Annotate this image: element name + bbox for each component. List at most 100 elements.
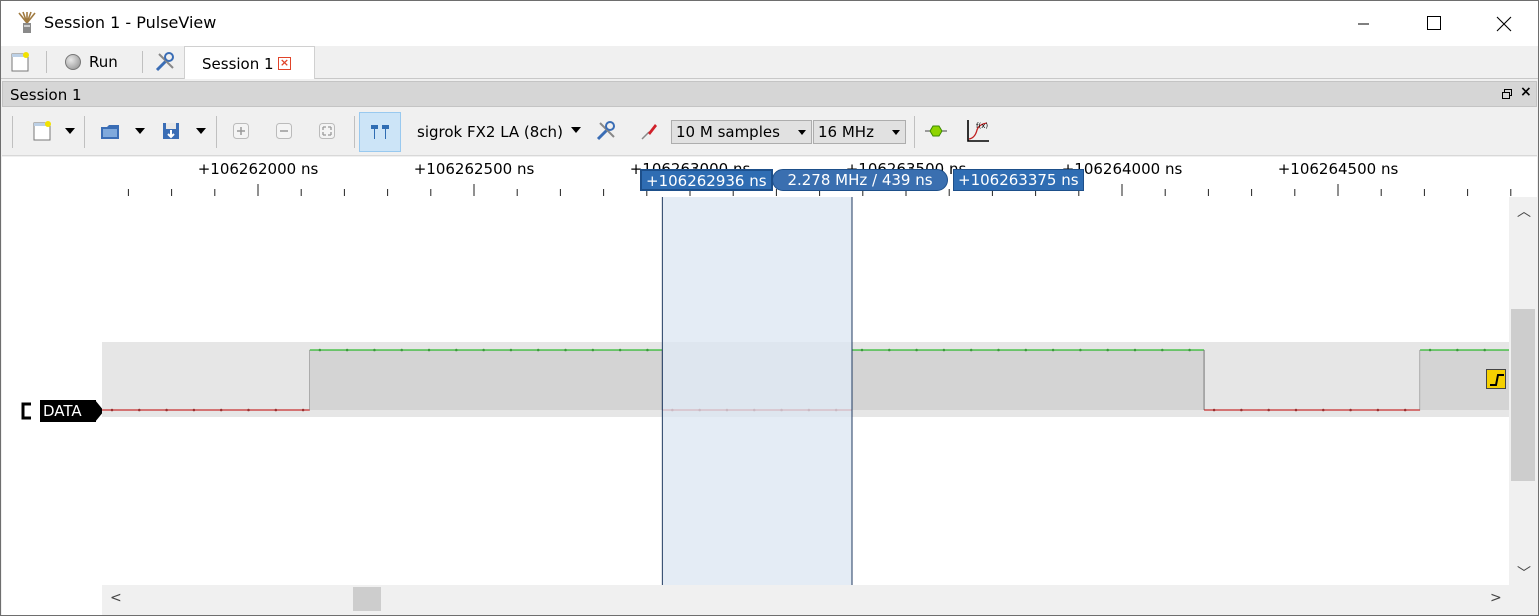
run-button[interactable]: Run [59, 49, 139, 75]
sample-dot [1483, 348, 1486, 352]
sample-dot [1133, 348, 1137, 352]
chevron-down-icon [798, 130, 806, 135]
vertical-scroll-thumb[interactable] [1511, 309, 1535, 481]
sample-rate-value: 16 MHz [818, 123, 874, 141]
cursor-selection[interactable] [662, 197, 852, 585]
tab-session-1[interactable]: Session 1 × [184, 46, 315, 79]
math-channel-icon: f(x) [967, 120, 989, 142]
close-dock-icon[interactable]: × [1520, 84, 1532, 100]
svg-text:f(x): f(x) [976, 122, 988, 130]
scroll-down-icon[interactable]: ﹀ [1517, 563, 1531, 583]
pulseview-app-icon [18, 11, 36, 33]
scroll-right-icon[interactable]: > [1490, 590, 1502, 606]
new-view-icon [33, 121, 51, 141]
sample-dot [564, 348, 567, 352]
zoom-fit-button[interactable] [313, 116, 341, 146]
add-math-channel-button[interactable]: f(x) [964, 116, 992, 146]
sample-dot [247, 408, 250, 412]
horizontal-scroll-thumb[interactable] [353, 587, 381, 611]
sample-dot [373, 348, 376, 352]
sample-dot [192, 408, 196, 412]
sample-dot [301, 408, 305, 412]
new-view-button[interactable] [28, 116, 56, 146]
sample-dot [400, 348, 404, 352]
logic-trace [102, 197, 1509, 585]
cursor-delta-flag[interactable]: 2.278 MHz / 439 ns [772, 169, 948, 191]
logic-channel-icon[interactable] [20, 402, 33, 420]
show-cursors-toggle[interactable] [359, 112, 401, 152]
device-selector[interactable]: sigrok FX2 LA (8ch) [417, 123, 563, 141]
minimize-button[interactable] [1328, 1, 1398, 46]
sample-dot [455, 348, 458, 352]
open-dropdown-icon[interactable] [135, 128, 145, 134]
close-window-button[interactable] [1468, 1, 1538, 46]
scroll-up-icon[interactable]: ︿ [1517, 201, 1531, 221]
time-ruler[interactable]: +106262000 ns+106262500 ns+106263000 ns+… [102, 157, 1537, 197]
new-view-dropdown-icon[interactable] [65, 128, 75, 134]
run-label: Run [89, 53, 118, 71]
sample-dot [219, 408, 223, 412]
new-session-icon[interactable] [9, 51, 31, 73]
separator [84, 116, 85, 148]
trace-area[interactable] [102, 197, 1509, 585]
cursor-pair-icon [371, 125, 389, 139]
close-icon [1496, 16, 1512, 32]
pulseview-window: Session 1 - PulseView Run Session 1 × Se… [0, 0, 1539, 616]
maximize-button[interactable] [1398, 1, 1468, 46]
title-bar: Session 1 - PulseView [1, 1, 1538, 46]
high-fill [852, 350, 1205, 410]
minimize-icon [1358, 23, 1369, 25]
tick-label: +106262500 ns [413, 160, 535, 178]
device-dropdown-icon[interactable] [571, 127, 581, 133]
settings-tools-icon[interactable] [154, 51, 176, 73]
high-fill [309, 350, 663, 410]
horizontal-scrollbar[interactable]: < > [102, 585, 1509, 615]
float-dock-icon[interactable] [1501, 88, 1513, 100]
protocol-decoder-icon [925, 125, 947, 137]
add-decoder-button[interactable] [922, 116, 950, 146]
zoom-in-button[interactable] [227, 116, 255, 146]
signal-view: DATA +106262000 ns+106262500 ns+10626300… [2, 157, 1537, 615]
sample-dot [1403, 408, 1407, 412]
save-dropdown-icon[interactable] [196, 128, 206, 134]
channel-label-data[interactable]: DATA [40, 400, 104, 422]
probe-icon [641, 124, 657, 140]
session-tab-bar: Run Session 1 × [1, 46, 1538, 79]
separator [142, 51, 143, 73]
sample-dot [1428, 348, 1432, 352]
window-title: Session 1 - PulseView [44, 13, 217, 32]
trigger-edge-icon[interactable] [1486, 369, 1506, 389]
zoom-out-icon [276, 123, 292, 139]
vertical-scrollbar[interactable]: ︿ ﹀ [1509, 197, 1537, 585]
channel-header-panel: DATA [2, 157, 104, 615]
zoom-in-icon [233, 123, 249, 139]
device-config-button[interactable] [592, 116, 620, 146]
close-tab-icon[interactable]: × [278, 57, 291, 70]
separator [216, 116, 217, 148]
sample-dot [165, 408, 168, 412]
sample-dot [860, 348, 864, 352]
sample-count-select[interactable]: 10 M samples [671, 120, 812, 144]
sample-dot [536, 348, 540, 352]
separator [914, 116, 915, 148]
sample-dot [318, 348, 322, 352]
sample-dot [997, 348, 1000, 352]
sample-dot [1240, 408, 1243, 412]
sample-dot [1376, 408, 1380, 412]
sample-dot [888, 348, 891, 352]
zoom-out-button[interactable] [270, 116, 298, 146]
scroll-left-icon[interactable]: < [110, 590, 122, 606]
sample-dot [618, 348, 622, 352]
sample-rate-select[interactable]: 16 MHz [813, 120, 906, 144]
sample-dot [138, 408, 141, 412]
cursor-right-flag[interactable]: +106263375 ns [953, 169, 1084, 191]
sample-dot [1024, 348, 1028, 352]
probe-config-button[interactable] [635, 116, 663, 146]
cursor-left-flag[interactable]: +106262936 ns [640, 169, 773, 191]
rising-edge-icon [1490, 374, 1504, 386]
save-button[interactable] [157, 116, 185, 146]
separator [12, 116, 13, 148]
sample-dot [591, 348, 595, 352]
sample-dot [1079, 348, 1082, 352]
open-button[interactable] [96, 116, 124, 146]
